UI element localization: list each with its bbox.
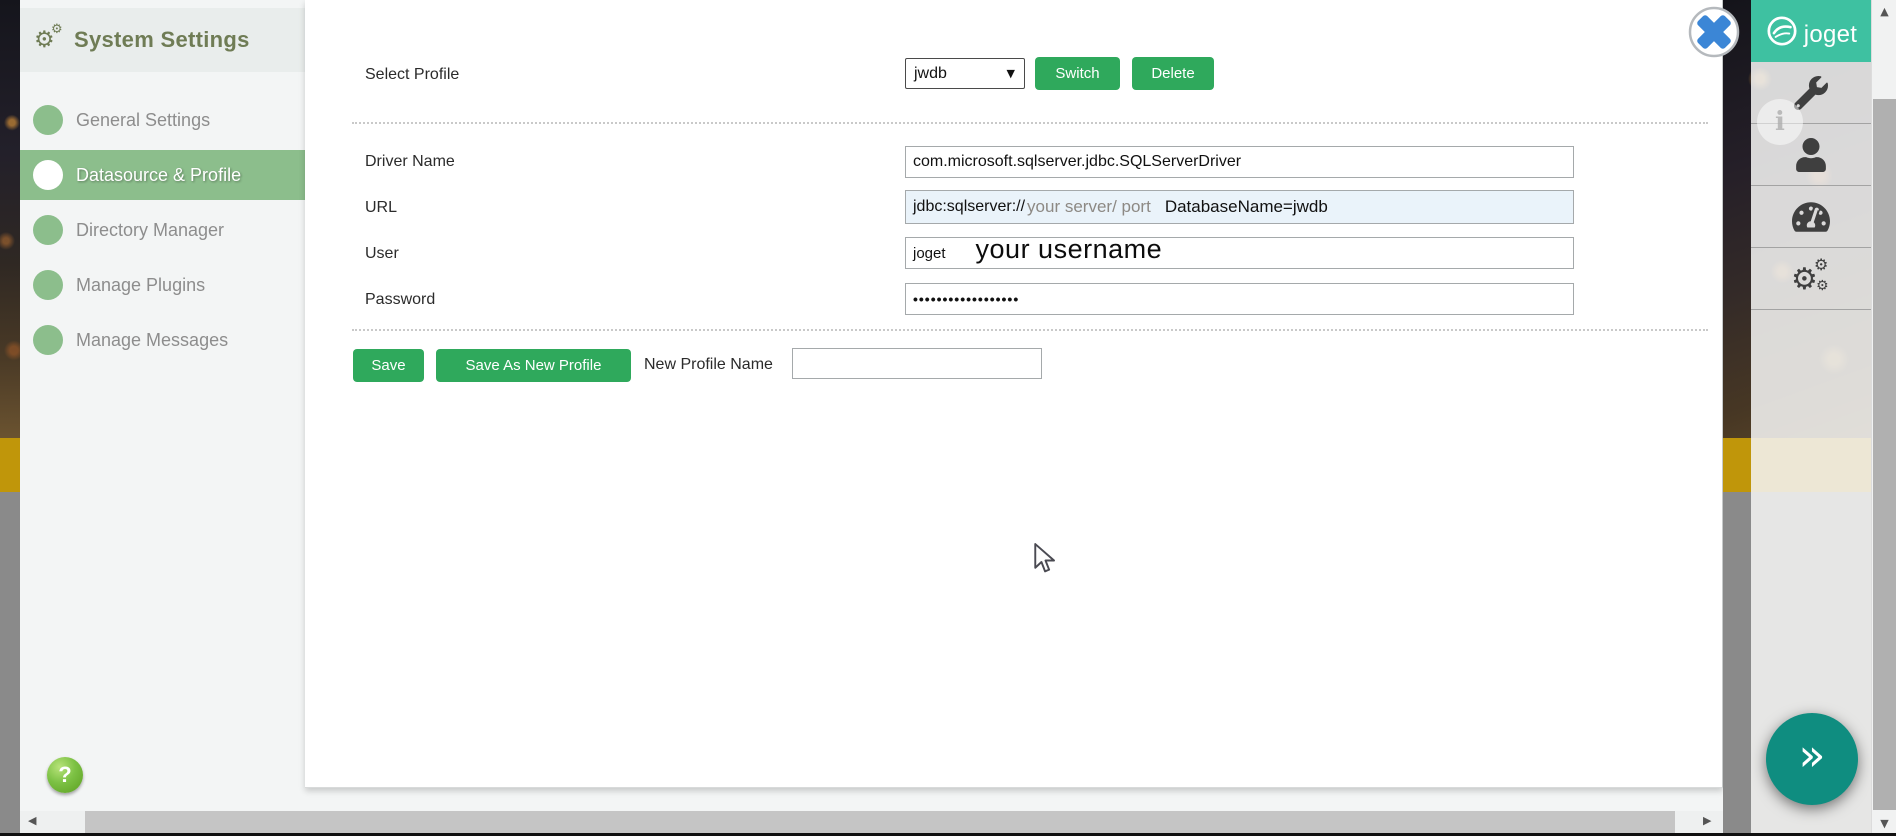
password-input[interactable]: •••••••••••••••••• xyxy=(905,283,1574,315)
url-redaction-annotation: your server/ port xyxy=(1027,197,1151,216)
profile-select-value: jwdb xyxy=(914,64,947,82)
brand-name: joget xyxy=(1803,21,1858,48)
vertical-scrollbar[interactable]: ▲ ▼ xyxy=(1871,0,1896,833)
toolbar-item-admin[interactable]: i xyxy=(1751,62,1871,145)
user-value: joget xyxy=(913,244,946,262)
driver-name-label: Driver Name xyxy=(365,153,455,170)
background-yellow-band-left xyxy=(0,438,20,492)
help-button[interactable]: ? xyxy=(47,757,83,793)
scroll-left-icon[interactable]: ◀ xyxy=(28,814,36,827)
user-input[interactable]: joget your username xyxy=(905,234,1574,269)
toolbar-item-dashboard[interactable] xyxy=(1751,186,1871,248)
wrench-icon xyxy=(1794,75,1828,110)
url-value-suffix: DatabaseName=jwdb xyxy=(1164,197,1328,216)
url-input[interactable]: jdbc:sqlserver:// your server/ port Data… xyxy=(905,190,1574,224)
password-label: Password xyxy=(365,291,436,308)
toolbar-item-settings[interactable]: ⚙ ⚙ ⚙ xyxy=(1751,248,1871,310)
gears-icon: ⚙ ⚙ xyxy=(34,22,64,54)
user-label: User xyxy=(365,245,399,262)
delete-button[interactable]: Delete xyxy=(1132,57,1214,90)
gear-small-icon: ⚙ xyxy=(51,22,63,37)
chevron-down-icon: ▼ xyxy=(1006,67,1015,80)
question-mark-icon: ? xyxy=(58,762,72,787)
datasource-form-panel: Select Profile jwdb ▼ Switch Delete Driv… xyxy=(305,0,1723,788)
url-label: URL xyxy=(365,199,398,216)
sidebar-item-label: Manage Plugins xyxy=(76,274,206,295)
bullet-circle-icon xyxy=(33,105,63,135)
gears-icon: ⚙ ⚙ ⚙ xyxy=(1791,254,1829,297)
double-chevron-right-icon: » xyxy=(1798,730,1826,781)
switch-button[interactable]: Switch xyxy=(1035,57,1120,90)
url-value-prefix: jdbc:sqlserver:// xyxy=(913,198,1026,215)
joget-logo[interactable]: joget xyxy=(1751,0,1871,62)
sidebar-item-label: Directory Manager xyxy=(76,219,225,240)
sidebar-item-label: General Settings xyxy=(76,109,211,130)
vertical-scrollbar-thumb[interactable] xyxy=(1873,99,1896,810)
sidebar-header: ⚙ ⚙ System Settings xyxy=(20,8,305,72)
horizontal-scrollbar[interactable]: ◀ ▶ xyxy=(20,811,1723,833)
driver-name-input[interactable] xyxy=(905,146,1574,178)
bullet-circle-icon xyxy=(33,215,63,245)
separator-dotted xyxy=(352,329,1708,331)
close-button[interactable] xyxy=(1686,4,1742,65)
new-profile-name-label: New Profile Name xyxy=(644,356,773,373)
save-as-new-profile-button[interactable]: Save As New Profile xyxy=(436,349,631,382)
scroll-up-icon[interactable]: ▲ xyxy=(1872,5,1896,18)
scroll-down-icon[interactable]: ▼ xyxy=(1872,817,1896,830)
sidebar-item-manage-plugins[interactable]: Manage Plugins xyxy=(20,260,305,310)
sidebar-item-general-settings[interactable]: General Settings xyxy=(20,95,305,145)
new-profile-name-input[interactable] xyxy=(792,348,1042,379)
save-button[interactable]: Save xyxy=(353,349,424,382)
separator-dotted xyxy=(352,122,1708,124)
select-profile-label: Select Profile xyxy=(365,66,460,83)
system-settings-page: ⚙ ⚙ System Settings General Settings Dat… xyxy=(0,0,1896,836)
expand-panel-button[interactable]: » xyxy=(1766,713,1858,805)
joget-logo-icon xyxy=(1767,16,1797,46)
info-ghost-icon: i xyxy=(1757,99,1803,145)
bullet-circle-icon xyxy=(33,270,63,300)
sidebar-item-directory-manager[interactable]: Directory Manager xyxy=(20,205,305,255)
scroll-right-icon[interactable]: ▶ xyxy=(1703,814,1711,827)
user-icon xyxy=(1796,137,1826,172)
password-masked-value: •••••••••••••••••• xyxy=(913,291,1020,307)
profile-select[interactable]: jwdb ▼ xyxy=(905,58,1025,89)
sidebar-item-manage-messages[interactable]: Manage Messages xyxy=(20,315,305,365)
user-redaction-annotation: your username xyxy=(975,234,1163,264)
sidebar-item-datasource-profile[interactable]: Datasource & Profile xyxy=(20,150,305,200)
sidebar-item-label: Datasource & Profile xyxy=(76,164,242,185)
horizontal-scrollbar-thumb[interactable] xyxy=(85,811,1675,833)
close-icon xyxy=(1688,6,1740,58)
bullet-circle-icon xyxy=(33,160,63,190)
sidebar-item-label: Manage Messages xyxy=(76,329,229,350)
background-gray-strip-left xyxy=(0,492,20,833)
bullet-circle-icon xyxy=(33,325,63,355)
background-photo-left xyxy=(0,0,20,438)
dashboard-icon xyxy=(1792,201,1830,232)
page-title: System Settings xyxy=(74,27,250,52)
